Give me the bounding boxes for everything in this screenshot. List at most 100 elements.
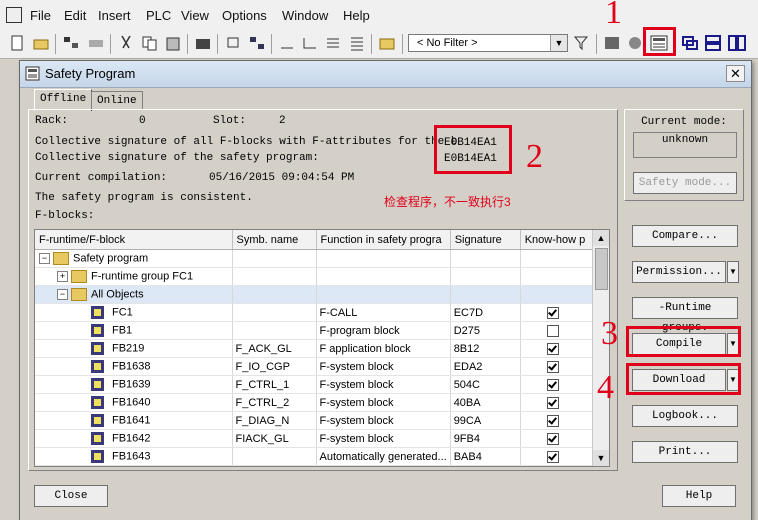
knowhow-checkbox[interactable] bbox=[546, 307, 559, 319]
printer-gray-icon[interactable] bbox=[86, 34, 106, 52]
current-mode-value: unknown bbox=[633, 132, 737, 158]
configure-network-icon[interactable] bbox=[602, 34, 622, 52]
collapse-icon[interactable]: − bbox=[57, 289, 68, 300]
table-row[interactable]: + F-runtime group FC1 bbox=[35, 267, 595, 286]
cascade-icon[interactable] bbox=[680, 34, 700, 52]
permission-button[interactable]: Permission... bbox=[632, 261, 726, 283]
up-level-icon[interactable] bbox=[377, 34, 397, 52]
table-row[interactable]: FB1642 FIACK_GL F-system block 9FB4 bbox=[35, 429, 595, 448]
table-row[interactable]: − All Objects bbox=[35, 285, 595, 304]
filter-icon[interactable] bbox=[572, 34, 592, 52]
scroll-up-icon[interactable]: ▲ bbox=[593, 230, 609, 246]
menu-edit[interactable]: Edit bbox=[64, 8, 86, 23]
table-row[interactable]: − Safety program bbox=[35, 249, 595, 268]
table-row[interactable]: FB1641 F_DIAG_N F-system block 99CA bbox=[35, 411, 595, 430]
knowhow-checkbox[interactable] bbox=[546, 379, 559, 391]
simulation-icon[interactable] bbox=[625, 34, 645, 52]
accessible-nodes-icon[interactable] bbox=[247, 34, 267, 52]
menu-help[interactable]: Help bbox=[343, 8, 370, 23]
menu-view[interactable]: View bbox=[181, 8, 209, 23]
open-icon[interactable] bbox=[31, 34, 51, 52]
table-row[interactable]: FB219 F_ACK_GL F application block 8B12 bbox=[35, 339, 595, 358]
dialog-title: Safety Program bbox=[45, 66, 136, 81]
close-icon[interactable]: ✕ bbox=[726, 65, 745, 82]
close-button[interactable]: Close bbox=[34, 485, 108, 507]
cell-symb-name bbox=[232, 285, 317, 304]
menu-plc[interactable]: PLC bbox=[146, 8, 171, 23]
fblock-name: All Objects bbox=[91, 288, 144, 301]
cell-symb-name bbox=[232, 249, 317, 268]
fblock-icon bbox=[91, 396, 104, 409]
download-plc-icon[interactable] bbox=[193, 34, 213, 52]
cell-signature bbox=[450, 285, 521, 304]
knowhow-checkbox[interactable] bbox=[546, 433, 559, 445]
print-button[interactable]: Print... bbox=[632, 441, 738, 463]
runtime-groups-button[interactable]: -Runtime groups. bbox=[632, 297, 738, 334]
logbook-button[interactable]: Logbook... bbox=[632, 405, 738, 427]
knowhow-checkbox[interactable] bbox=[546, 343, 559, 355]
expand-icon[interactable]: + bbox=[57, 271, 68, 282]
table-row[interactable]: FB1 F-program block D275 bbox=[35, 321, 595, 340]
menu-options[interactable]: Options bbox=[222, 8, 267, 23]
table-row[interactable]: FB1638 F_IO_CGP F-system block EDA2 bbox=[35, 357, 595, 376]
table-row[interactable]: FB1639 F_CTRL_1 F-system block 504C bbox=[35, 375, 595, 394]
permission-dropdown-icon[interactable]: ▼ bbox=[727, 261, 739, 283]
tile-horizontal-icon[interactable] bbox=[703, 34, 723, 52]
paste-icon[interactable] bbox=[163, 34, 183, 52]
knowhow-checkbox[interactable] bbox=[546, 451, 559, 463]
menu-window[interactable]: Window bbox=[282, 8, 328, 23]
knowhow-checkbox[interactable] bbox=[546, 397, 559, 409]
cell-function bbox=[316, 267, 451, 286]
cell-fblock: FB1640 bbox=[35, 393, 233, 412]
fblock-name: FB1643 bbox=[112, 450, 151, 463]
col-header-signature[interactable]: Signature bbox=[450, 230, 521, 250]
knowhow-checkbox[interactable] bbox=[546, 325, 559, 337]
online-icon[interactable] bbox=[223, 34, 243, 52]
safety-mode-button[interactable]: Safety mode... bbox=[633, 172, 737, 194]
current-mode-group: Current mode: unknown Safety mode... bbox=[624, 109, 744, 201]
cell-signature bbox=[450, 249, 521, 268]
cell-symb-name: F_CTRL_1 bbox=[232, 375, 317, 394]
help-button[interactable]: Help bbox=[662, 485, 736, 507]
knowhow-checkbox[interactable] bbox=[546, 415, 559, 427]
table-row[interactable]: FC1 F-CALL EC7D bbox=[35, 303, 595, 322]
scroll-down-icon[interactable]: ▼ bbox=[593, 450, 609, 466]
view-large-icon[interactable] bbox=[277, 34, 297, 52]
col-header-knowhow[interactable]: Know-how p bbox=[520, 230, 595, 250]
filter-dropdown[interactable]: < No Filter > ▼ bbox=[408, 34, 568, 52]
table-header: F-runtime/F-block Symb. name Function in… bbox=[35, 230, 595, 250]
cell-signature: 504C bbox=[450, 375, 521, 394]
fblocks-table[interactable]: F-runtime/F-block Symb. name Function in… bbox=[34, 229, 610, 467]
collapse-icon[interactable]: − bbox=[39, 253, 50, 264]
copy-icon[interactable] bbox=[140, 34, 160, 52]
dialog-titlebar[interactable]: Safety Program ✕ bbox=[20, 61, 751, 88]
fblock-icon bbox=[91, 306, 104, 319]
cell-symb-name bbox=[232, 321, 317, 340]
cell-function: F-CALL bbox=[316, 303, 451, 322]
col-header-symb[interactable]: Symb. name bbox=[232, 230, 317, 250]
cell-knowhow bbox=[520, 285, 595, 304]
tab-online[interactable]: Online bbox=[91, 91, 143, 110]
view-details-icon[interactable] bbox=[347, 34, 367, 52]
compare-button[interactable]: Compare... bbox=[632, 225, 738, 247]
compilation-label: Current compilation: bbox=[35, 172, 168, 184]
cell-signature bbox=[450, 267, 521, 286]
tile-vertical-icon[interactable] bbox=[727, 34, 747, 52]
cut-icon[interactable] bbox=[116, 34, 136, 52]
scroll-thumb[interactable] bbox=[595, 248, 608, 290]
knowhow-checkbox[interactable] bbox=[546, 361, 559, 373]
col-header-function[interactable]: Function in safety progra bbox=[316, 230, 451, 250]
network-icon[interactable] bbox=[61, 34, 81, 52]
table-row[interactable]: FB1643 Automatically generated... BAB4 bbox=[35, 447, 595, 466]
cell-function: Automatically generated... bbox=[316, 447, 451, 466]
view-list-icon[interactable] bbox=[323, 34, 343, 52]
menu-file[interactable]: File bbox=[30, 8, 51, 23]
view-small-icon[interactable] bbox=[300, 34, 320, 52]
menu-insert[interactable]: Insert bbox=[98, 8, 131, 23]
tab-offline[interactable]: Offline bbox=[34, 89, 93, 111]
fblock-name: FC1 bbox=[112, 306, 133, 319]
table-row[interactable]: FB1640 F_CTRL_2 F-system block 40BA bbox=[35, 393, 595, 412]
col-header-fblock[interactable]: F-runtime/F-block bbox=[35, 230, 233, 250]
chevron-down-icon[interactable]: ▼ bbox=[550, 35, 567, 51]
new-icon[interactable] bbox=[7, 34, 27, 52]
